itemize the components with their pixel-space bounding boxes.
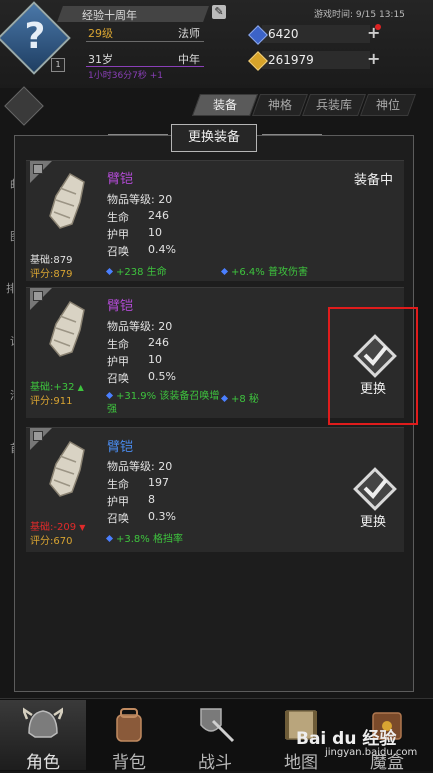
time-remaining: 1小时36分7秒 +1 (88, 71, 164, 81)
bonus-stat: +238 生命 (105, 263, 167, 278)
shield-sword-icon (200, 708, 235, 743)
player-name: 经验十周年 (82, 9, 137, 22)
stat-label: 护甲 (107, 355, 129, 368)
bonus-stat: +8 秘 (220, 390, 259, 405)
stat-value: 10 (148, 226, 162, 239)
bonus-stat: +31.9% 该装备召唤增强 (105, 391, 220, 415)
item-level: 物品等级: 20 (107, 460, 173, 473)
nav-label: 战斗 (198, 753, 232, 773)
stat-label: 生命 (107, 478, 129, 491)
bracer-armor-icon (49, 300, 85, 357)
stat-value: 0.3% (148, 510, 176, 523)
watermark: Bai du 经验 (296, 729, 397, 749)
item-name: 臂铠 (107, 440, 134, 455)
stat-label: 召唤 (107, 372, 129, 385)
stat-value: 246 (148, 209, 169, 222)
player-age: 31岁 (88, 53, 113, 66)
item-name: 臂铠 (107, 172, 134, 187)
avatar-question-icon: ? (24, 15, 46, 57)
bracer-armor-icon (49, 440, 85, 497)
gold-count: 261979 (268, 53, 314, 67)
tab-armory[interactable]: 兵装库 (301, 94, 367, 116)
score-value: 评分:670 (30, 536, 73, 547)
highlight-frame (328, 307, 418, 425)
panel-title: 更换装备 (171, 124, 257, 152)
add-gold-icon[interactable]: + (367, 49, 380, 68)
tab-divinity[interactable]: 神格 (251, 94, 309, 116)
score-value: 评分:879 (30, 269, 73, 280)
base-value: 基础:+32 ▲ (30, 382, 84, 393)
stat-value: 0.4% (148, 243, 176, 256)
equipped-label: 装备中 (354, 173, 394, 188)
bracer-armor-icon (49, 172, 85, 229)
nav-label: 背包 (112, 753, 146, 773)
stat-label: 护甲 (107, 495, 129, 508)
stat-value: 10 (148, 353, 162, 366)
watermark-url: jingyan.baidu.com (325, 747, 418, 758)
base-value: 基础:-209 ▼ (30, 522, 86, 533)
notification-dot (375, 24, 381, 30)
swap-check-icon[interactable] (352, 466, 398, 512)
player-age-stage: 中年 (178, 53, 200, 66)
divider (86, 41, 204, 42)
stat-value: 8 (148, 493, 155, 506)
base-value: 基础:879 (30, 255, 73, 266)
swap-button[interactable]: 更换 (360, 511, 386, 530)
game-time: 游戏时间: 9/15 13:15 (314, 10, 405, 20)
bonus-stat: +6.4% 普攻伤害 (220, 263, 308, 278)
player-class: 法师 (178, 27, 200, 40)
stat-label: 召唤 (107, 512, 129, 525)
stat-value: 246 (148, 336, 169, 349)
side-menu-gem[interactable] (4, 86, 44, 126)
player-level: 29级 (88, 27, 113, 40)
bonus-stat: +3.8% 格挡率 (105, 530, 183, 545)
score-value: 评分:911 (30, 396, 73, 407)
gem-count: 6420 (268, 27, 299, 41)
stat-label: 护甲 (107, 228, 129, 241)
title-ornament-left (108, 134, 168, 135)
avatar-level-badge: 1 (51, 58, 65, 72)
age-bar (86, 66, 204, 67)
helmet-icon (23, 707, 63, 738)
tab-god-rank[interactable]: 神位 (359, 94, 417, 116)
tab-equipment[interactable]: 装备 (191, 94, 259, 116)
title-ornament-right (262, 134, 322, 135)
stat-value: 0.5% (148, 370, 176, 383)
nav-label: 角色 (26, 753, 60, 773)
edit-icon[interactable]: ✎ (212, 5, 226, 19)
stat-value: 197 (148, 476, 169, 489)
backpack-icon (116, 708, 142, 742)
item-name: 臂铠 (107, 299, 134, 314)
stat-label: 生命 (107, 211, 129, 224)
item-level: 物品等级: 20 (107, 193, 173, 206)
stat-label: 召唤 (107, 245, 129, 258)
stat-label: 生命 (107, 338, 129, 351)
item-level: 物品等级: 20 (107, 320, 173, 333)
